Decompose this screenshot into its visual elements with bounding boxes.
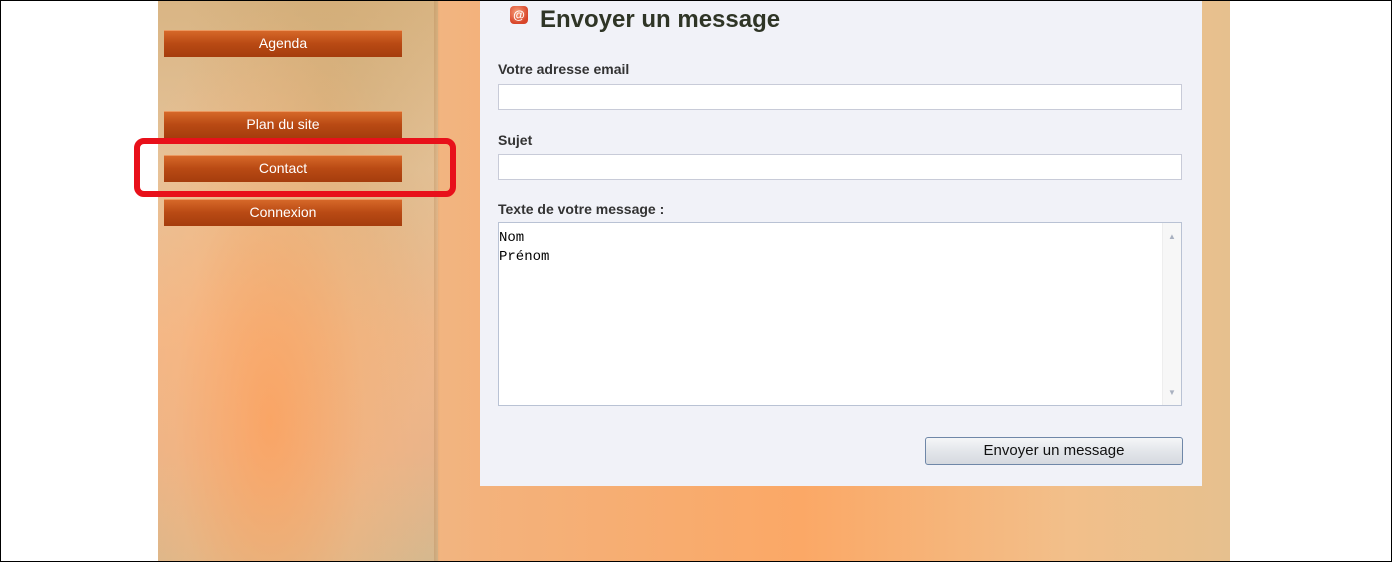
- email-label: Votre adresse email: [498, 61, 630, 77]
- sidebar-item-connexion[interactable]: Connexion: [164, 199, 402, 226]
- scroll-down-arrow-icon[interactable]: ▼: [1163, 385, 1181, 401]
- textarea-scrollbar[interactable]: ▲ ▼: [1162, 223, 1181, 405]
- sidebar-item-plan-du-site[interactable]: Plan du site: [164, 111, 402, 138]
- sidebar: [158, 0, 438, 562]
- sidebar-item-contact[interactable]: Contact: [164, 155, 402, 182]
- email-field[interactable]: [498, 84, 1182, 110]
- send-message-button[interactable]: Envoyer un message: [925, 437, 1183, 465]
- message-label: Texte de votre message :: [498, 201, 665, 217]
- page-title: Envoyer un message: [540, 6, 781, 33]
- sidebar-divider: [434, 0, 440, 562]
- message-text: Nom Prénom: [499, 230, 550, 265]
- subject-label: Sujet: [498, 132, 533, 148]
- message-textarea[interactable]: Nom Prénom ▲ ▼: [498, 222, 1182, 406]
- subject-field[interactable]: [498, 154, 1182, 180]
- scroll-up-arrow-icon[interactable]: ▲: [1163, 229, 1181, 245]
- sidebar-item-agenda[interactable]: Agenda: [164, 30, 402, 57]
- email-icon: @: [510, 6, 528, 24]
